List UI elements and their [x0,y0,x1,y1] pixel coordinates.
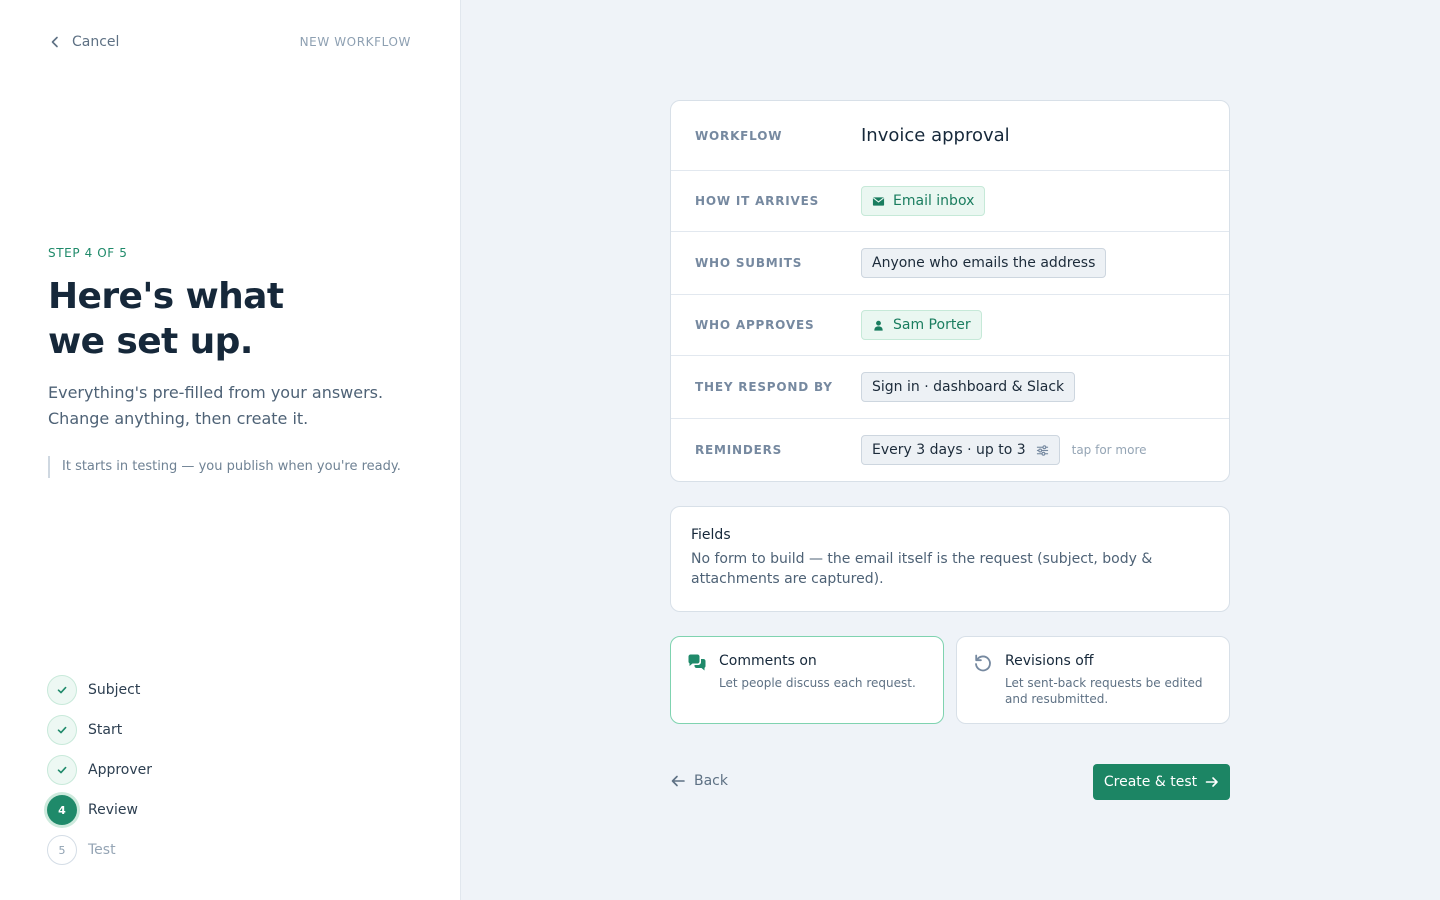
step-done-badge [47,675,77,705]
reminders-chip-label: Every 3 days · up to 3 [872,442,1026,458]
subtitle-line1: Everything's pre-filled from your answer… [48,383,384,402]
arrow-left-icon [671,775,685,787]
cancel-label: Cancel [72,34,120,50]
workflow-name[interactable]: Invoice approval [861,125,1010,146]
testing-note: It starts in testing — you publish when … [48,456,401,478]
summary-row-arrives: HOW IT ARRIVES Email inbox [671,171,1229,232]
page-title: Here's what we set up. [48,274,284,364]
step-number-badge: 5 [47,835,77,865]
arrow-right-icon [1205,777,1218,787]
fields-description: No form to build — the email itself is t… [691,551,1153,587]
step-indicator: STEP 4 OF 5 [48,246,128,260]
back-button[interactable]: Back [670,771,728,791]
submitter-chip[interactable]: Anyone who emails the address [861,248,1107,278]
step-done-badge [47,715,77,745]
step-item-start[interactable]: Start [47,710,152,750]
row-label: HOW IT ARRIVES [695,194,820,208]
summary-row-approves: WHO APPROVES Sam Porter [671,295,1229,356]
respond-chip[interactable]: Sign in · dashboard & Slack [861,372,1076,402]
step-list: Subject Start Approver 4 Review 5 Test [47,670,152,870]
create-and-test-button[interactable]: Create & test [1093,764,1230,800]
arrival-chip-label: Email inbox [893,193,975,209]
step-label: Test [88,842,116,858]
row-label: WORKFLOW [695,128,783,143]
reminders-hint: tap for more [1071,443,1147,457]
approver-chip-label: Sam Porter [893,317,971,333]
fields-card: Fields No form to build — the email itse… [670,506,1230,612]
step-number-badge: 4 [47,795,77,825]
page-title-line2: we set up. [48,321,253,362]
step-item-subject[interactable]: Subject [47,670,152,710]
envelope-icon [872,196,885,206]
step-label: Review [88,802,138,818]
create-label: Create & test [1103,774,1198,790]
step-item-approver[interactable]: Approver [47,750,152,790]
person-icon [874,320,883,331]
step-label: Approver [88,762,153,778]
comments-toggle-card[interactable]: Comments on Let people discuss each requ… [670,636,944,724]
subtitle-line2: Change anything, then create it. [48,409,309,428]
reminders-chip[interactable]: Every 3 days · up to 3 [861,435,1060,465]
chevron-left-icon [51,36,58,48]
undo-icon [975,654,991,672]
fields-title: Fields [691,527,731,543]
summary-card: WORKFLOW Invoice approval HOW IT ARRIVES… [670,100,1230,482]
cancel-button[interactable]: Cancel [48,32,119,52]
revisions-toggle-card[interactable]: Revisions off Let sent-back requests be … [956,636,1230,724]
sliders-icon [1036,444,1048,456]
step-label: Start [88,722,123,738]
left-panel: Cancel NEW WORKFLOW STEP 4 OF 5 Here's w… [0,0,461,900]
back-label: Back [694,773,728,789]
check-icon [57,726,67,734]
step-label: Subject [88,682,141,698]
step-done-badge [47,755,77,785]
revisions-description: Let sent-back requests be edited and res… [1005,676,1203,706]
row-label: THEY RESPOND BY [695,380,833,394]
row-label: REMINDERS [695,443,783,457]
approver-chip[interactable]: Sam Porter [861,310,982,340]
summary-row-workflow: WORKFLOW Invoice approval [671,101,1229,171]
chat-bubbles-icon [688,654,706,671]
comments-description: Let people discuss each request. [719,676,916,690]
check-icon [57,686,67,694]
step-item-review: 4 Review [47,790,152,830]
check-icon [57,766,67,774]
page-title-line1: Here's what [48,276,284,317]
arrival-chip[interactable]: Email inbox [861,186,986,216]
page-subtitle: Everything's pre-filled from your answer… [48,380,408,432]
row-label: WHO SUBMITS [695,256,803,270]
comments-title: Comments on [719,653,817,669]
summary-row-submits: WHO SUBMITS Anyone who emails the addres… [671,232,1229,295]
mode-label: NEW WORKFLOW [299,35,411,49]
step-item-test: 5 Test [47,830,152,870]
summary-row-reminders: REMINDERS Every 3 days · up to 3 tap for… [671,419,1229,481]
row-label: WHO APPROVES [695,318,815,332]
summary-row-respond: THEY RESPOND BY Sign in · dashboard & Sl… [671,356,1229,419]
revisions-title: Revisions off [1005,653,1094,669]
